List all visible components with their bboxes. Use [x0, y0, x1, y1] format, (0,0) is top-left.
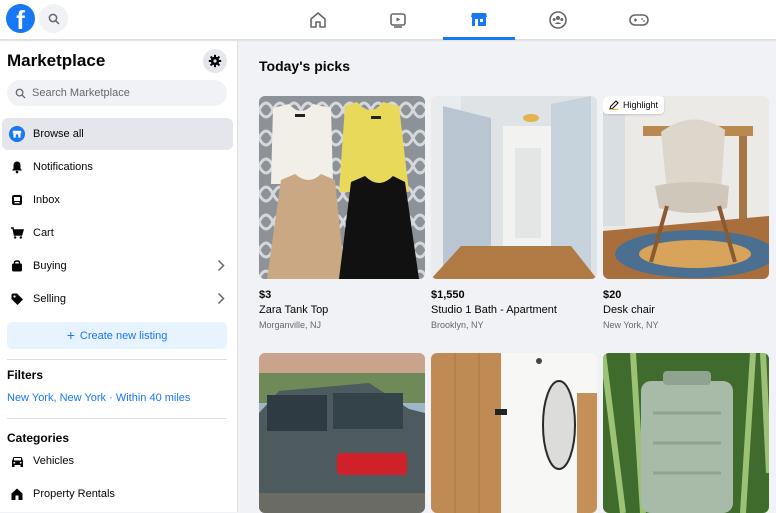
listing-title: Studio 1 Bath - Apartment — [431, 304, 557, 316]
category-label: Vehicles — [33, 455, 74, 467]
location-filter-link[interactable]: New York, New York · Within 40 miles — [7, 392, 190, 404]
listing-photo[interactable] — [431, 353, 597, 513]
search-icon — [15, 88, 26, 99]
sidebar-item-notifications[interactable]: Notifications — [2, 151, 233, 183]
sidebar-item-label: Inbox — [33, 194, 60, 206]
sidebar-item-cart[interactable]: Cart — [2, 217, 233, 249]
search-button[interactable] — [39, 4, 68, 33]
tab-home[interactable] — [282, 0, 354, 40]
listing-card[interactable]: $3 Zara Tank Top Morganville, NJ — [259, 96, 425, 330]
chevron-right-icon — [217, 259, 225, 272]
badge-label: Highlight — [623, 100, 659, 110]
tag-icon — [8, 290, 26, 308]
sidebar-item-label: Cart — [33, 227, 54, 239]
messenger-icon — [8, 191, 26, 209]
sidebar-item-buying[interactable]: Buying — [2, 250, 233, 282]
search-marketplace-input[interactable] — [32, 87, 212, 99]
listing-photo[interactable] — [259, 353, 425, 513]
cart-icon — [8, 224, 26, 242]
bag-icon — [8, 257, 26, 275]
groups-icon — [549, 11, 567, 29]
top-navigation-bar: f — [0, 0, 776, 40]
sidebar-item-label: Selling — [33, 293, 67, 305]
sidebar-item-label: Browse all — [33, 128, 84, 140]
marketplace-sidebar: Marketplace Browse all Notifications Inb… — [0, 41, 238, 512]
category-vehicles[interactable]: Vehicles — [2, 445, 233, 477]
gaming-icon — [629, 14, 649, 26]
watch-icon — [390, 13, 406, 28]
sidebar-item-inbox[interactable]: Inbox — [2, 184, 233, 216]
house-icon — [8, 485, 26, 503]
listing-location: Brooklyn, NY — [431, 320, 484, 330]
car-icon — [8, 452, 26, 470]
listing-card[interactable] — [603, 353, 769, 513]
listing-price: $20 — [603, 289, 622, 301]
filters-heading: Filters — [7, 368, 44, 382]
listing-title: Zara Tank Top — [259, 304, 329, 316]
divider — [7, 418, 227, 419]
sidebar-item-selling[interactable]: Selling — [2, 283, 233, 315]
marketplace-icon — [471, 12, 487, 26]
sidebar-item-label: Notifications — [33, 161, 93, 173]
page-title: Today's picks — [259, 58, 350, 74]
sidebar-item-browse-all[interactable]: Browse all — [2, 118, 233, 150]
gear-icon — [208, 54, 222, 68]
tab-watch[interactable] — [362, 0, 434, 40]
listing-photo[interactable]: Highlight — [603, 96, 769, 279]
facebook-logo[interactable]: f — [6, 4, 35, 33]
tab-gaming[interactable] — [603, 0, 675, 40]
tab-marketplace[interactable] — [443, 0, 515, 40]
category-label: Property Rentals — [33, 488, 115, 500]
listing-photo[interactable] — [259, 96, 425, 279]
listing-card[interactable] — [431, 353, 597, 513]
category-property-rentals[interactable]: Property Rentals — [2, 478, 233, 510]
listing-card[interactable]: $1,550 Studio 1 Bath - Apartment Brookly… — [431, 96, 597, 330]
plus-icon: + — [66, 327, 75, 343]
listing-location: New York, NY — [603, 320, 659, 330]
listing-card[interactable] — [259, 353, 425, 513]
listing-location: Morganville, NJ — [259, 320, 322, 330]
search-marketplace-field[interactable] — [7, 80, 227, 106]
sidebar-item-label: Buying — [33, 260, 67, 272]
pencil-icon — [609, 100, 619, 110]
highlight-badge: Highlight — [603, 96, 665, 114]
storefront-icon — [8, 125, 26, 143]
sidebar-title: Marketplace — [7, 51, 106, 70]
home-icon — [310, 12, 326, 28]
listing-price: $3 — [259, 289, 272, 301]
chevron-right-icon — [217, 292, 225, 305]
search-icon — [48, 13, 60, 25]
create-new-listing-button[interactable]: + Create new listing — [7, 322, 227, 349]
listing-photo[interactable] — [603, 353, 769, 513]
listing-title: Desk chair — [603, 304, 655, 316]
settings-button[interactable] — [203, 49, 227, 73]
listing-price: $1,550 — [431, 289, 465, 301]
listing-card[interactable]: Highlight $20 Desk chair New York, NY — [603, 96, 769, 330]
divider — [7, 359, 227, 360]
categories-heading: Categories — [7, 431, 70, 445]
bell-icon — [8, 158, 26, 176]
tab-groups[interactable] — [522, 0, 594, 40]
create-listing-label: Create new listing — [79, 329, 168, 342]
listing-photo[interactable] — [431, 96, 597, 279]
